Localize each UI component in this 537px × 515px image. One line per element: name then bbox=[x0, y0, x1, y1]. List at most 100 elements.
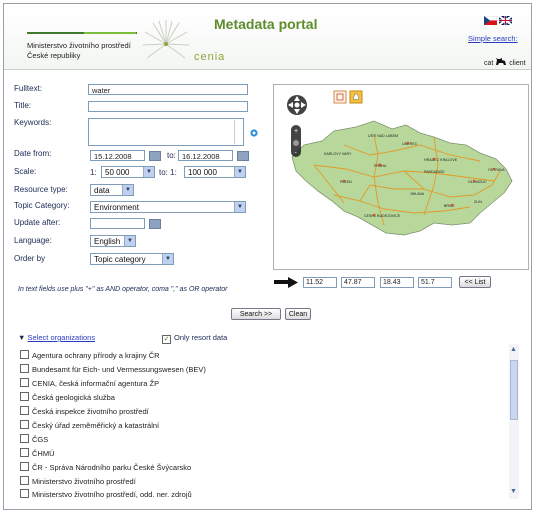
org-label: Ministerstvo životního prostředí, odd. n… bbox=[32, 490, 192, 499]
org-checkbox[interactable] bbox=[20, 406, 29, 415]
date-to-label: to: bbox=[167, 151, 176, 160]
list-item[interactable]: Ministerstvo životního prostředí bbox=[20, 476, 136, 487]
bbox-south-input[interactable]: 47.87 bbox=[341, 277, 375, 288]
client-label[interactable]: client bbox=[509, 60, 525, 67]
org-label: Český úřad zeměměřický a katastrální bbox=[32, 421, 160, 430]
only-resort-option[interactable]: ✓ Only resort data bbox=[162, 333, 227, 344]
topic-category-select[interactable]: Environment ▼ bbox=[90, 201, 246, 213]
bbox-west-input[interactable]: 11.52 bbox=[303, 277, 337, 288]
chevron-down-icon: ▼ bbox=[234, 167, 245, 177]
header: Ministerstvo životního prostředí České r… bbox=[4, 4, 531, 70]
list-item[interactable]: CENIA, česká informační agentura ŽP bbox=[20, 378, 159, 389]
resource-type-value: data bbox=[94, 186, 110, 195]
org-checkbox[interactable] bbox=[20, 350, 29, 359]
org-checkbox[interactable] bbox=[20, 434, 29, 443]
list-item[interactable]: Česká geologická služba bbox=[20, 392, 115, 403]
order-by-select[interactable]: Topic category ▼ bbox=[90, 253, 174, 265]
org-checkbox[interactable] bbox=[20, 392, 29, 401]
date-from-label: Date from: bbox=[14, 149, 52, 158]
title-input[interactable] bbox=[88, 101, 248, 112]
list-button[interactable]: << List bbox=[459, 276, 491, 288]
org-checkbox[interactable] bbox=[20, 378, 29, 387]
city-label: ZLIN bbox=[474, 200, 482, 204]
map-panel[interactable]: KARLOVY VARY PRAHA LIBEREC HRADEC KRALOV… bbox=[273, 84, 529, 270]
scroll-up-icon[interactable]: ▲ bbox=[510, 346, 517, 353]
map-pan-control[interactable] bbox=[287, 95, 307, 115]
org-label: Česká inspekce životního prostředí bbox=[32, 407, 149, 416]
chevron-down-icon: ▼ bbox=[162, 254, 173, 264]
ministry-bar-accent bbox=[84, 32, 136, 34]
cat-icon[interactable] bbox=[495, 57, 507, 66]
resource-type-label: Resource type: bbox=[14, 185, 68, 194]
clean-button[interactable]: Clean bbox=[285, 308, 311, 320]
keywords-textarea[interactable] bbox=[88, 118, 244, 146]
select-organizations-link[interactable]: Select organizations bbox=[28, 333, 96, 342]
city-label: HRADEC KRALOVE bbox=[424, 158, 458, 162]
map-zoom-bar[interactable]: + - bbox=[291, 125, 301, 157]
scroll-down-icon[interactable]: ▼ bbox=[510, 488, 517, 495]
topic-category-value: Environment bbox=[94, 203, 139, 212]
cat-label[interactable]: cat bbox=[484, 60, 493, 67]
city-label: OLOMOUC bbox=[468, 180, 487, 184]
search-button[interactable]: Search >> bbox=[231, 308, 281, 320]
only-resort-checkbox[interactable]: ✓ bbox=[162, 335, 171, 344]
scale-to-select[interactable]: 100 000 ▼ bbox=[184, 166, 246, 178]
list-item[interactable]: Bundesamt für Eich- und Vermessungswesen… bbox=[20, 364, 206, 375]
list-item[interactable]: ČR - Správa Národního parku České Švýcar… bbox=[20, 462, 191, 473]
org-checkbox[interactable] bbox=[20, 462, 29, 471]
org-checkbox[interactable] bbox=[20, 489, 29, 498]
city-label: OSTRAVA bbox=[488, 168, 505, 172]
resource-type-select[interactable]: data ▼ bbox=[90, 184, 134, 196]
list-item[interactable]: Agentura ochrany přírody a krajiny ČR bbox=[20, 350, 160, 361]
order-by-label: Order by bbox=[14, 254, 46, 263]
city-label: USTI NAD LABEM bbox=[368, 134, 398, 138]
czech-flag-icon[interactable] bbox=[483, 15, 498, 25]
keywords-label: Keywords: bbox=[14, 118, 52, 127]
list-item[interactable]: Ministerstvo životního prostředí, odd. n… bbox=[20, 489, 192, 500]
scrollbar-thumb[interactable] bbox=[510, 360, 518, 420]
organizations-scrollbar[interactable]: ▲ ▼ bbox=[509, 344, 519, 499]
simple-search-link[interactable]: Simple search: bbox=[468, 34, 518, 43]
list-item[interactable]: Česká inspekce životního prostředí bbox=[20, 406, 149, 417]
order-by-value: Topic category bbox=[94, 255, 146, 264]
ministry-name: Ministerstvo životního prostředí České r… bbox=[27, 41, 131, 61]
list-item[interactable]: Český úřad zeměměřický a katastrální bbox=[20, 420, 159, 431]
org-label: Česká geologická služba bbox=[32, 393, 115, 402]
org-checkbox[interactable] bbox=[20, 448, 29, 457]
uk-flag-icon[interactable] bbox=[498, 15, 513, 26]
organizations-list: Agentura ochrany přírody a krajiny ČR Bu… bbox=[20, 346, 517, 500]
select-organizations-toggle[interactable]: ▼ Select organizations bbox=[18, 333, 95, 342]
bbox-east-input[interactable]: 18.43 bbox=[380, 277, 414, 288]
scale-from-prefix: 1: bbox=[90, 168, 97, 177]
keywords-scrollbar[interactable] bbox=[234, 120, 243, 144]
chevron-down-icon: ▼ bbox=[122, 185, 133, 195]
cenia-logo-text: cenia bbox=[194, 51, 226, 63]
date-from-calendar-icon[interactable] bbox=[149, 151, 161, 161]
update-after-input[interactable] bbox=[90, 218, 145, 229]
date-to-calendar-icon[interactable] bbox=[237, 151, 249, 161]
org-checkbox[interactable] bbox=[20, 476, 29, 485]
keywords-help-icon[interactable] bbox=[250, 129, 258, 137]
map-pan-tool[interactable] bbox=[349, 90, 363, 104]
cenia-logo-icon bbox=[142, 20, 190, 59]
language-select[interactable]: English ▼ bbox=[90, 235, 136, 247]
cat-client-switch: cat client bbox=[484, 57, 526, 67]
portal-window: Ministerstvo životního prostředí České r… bbox=[3, 3, 532, 510]
org-label: ČHMÚ bbox=[32, 449, 55, 458]
city-label: JIHLAVA bbox=[410, 192, 425, 196]
list-item[interactable]: ČGS bbox=[20, 434, 48, 445]
date-from-input[interactable]: 15.12.2008 bbox=[90, 150, 145, 161]
bbox-north-input[interactable]: 51.7 bbox=[418, 277, 452, 288]
city-label: KARLOVY VARY bbox=[324, 152, 352, 156]
org-label: ČR - Správa Národního parku České Švýcar… bbox=[32, 463, 192, 472]
scale-from-select[interactable]: 50 000 ▼ bbox=[101, 166, 155, 178]
map-zoombox-tool[interactable] bbox=[333, 90, 347, 104]
list-item[interactable]: ČHMÚ bbox=[20, 448, 55, 459]
date-to-input[interactable]: 16.12.2008 bbox=[178, 150, 233, 161]
org-checkbox[interactable] bbox=[20, 364, 29, 373]
org-checkbox[interactable] bbox=[20, 420, 29, 429]
fulltext-input[interactable]: water bbox=[88, 84, 248, 95]
city-label: PARDUBICE bbox=[424, 170, 445, 174]
update-after-calendar-icon[interactable] bbox=[149, 219, 161, 229]
title-label: Title: bbox=[14, 101, 32, 110]
